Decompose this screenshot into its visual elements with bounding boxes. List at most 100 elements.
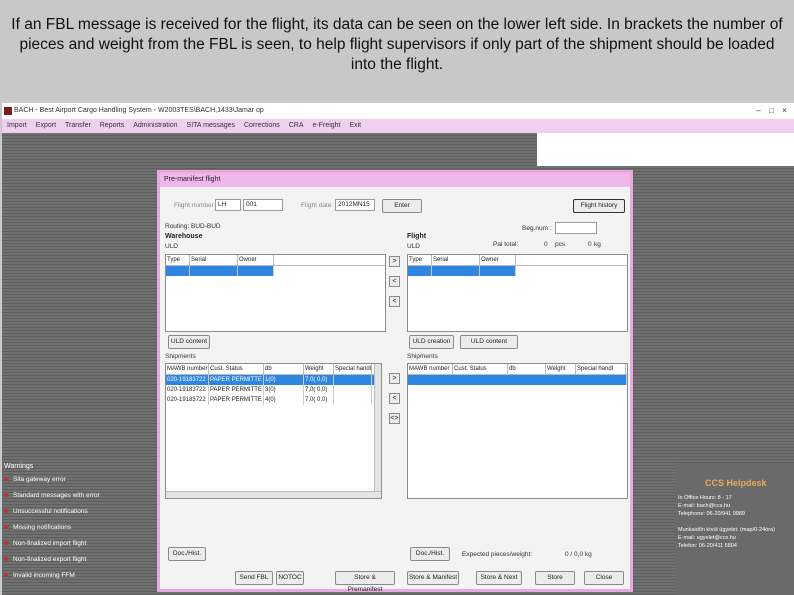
warning-bullet-icon (4, 493, 8, 498)
routing-label: Routing: BUD-BUD (165, 223, 221, 230)
menu-reports[interactable]: Reports (100, 122, 125, 129)
column-header[interactable]: Special handl (576, 364, 626, 374)
notoc-button[interactable]: NOTOC (276, 571, 304, 585)
move-left-arrow-icon[interactable]: < (389, 276, 400, 287)
premanifest-dialog: Pre-manifest flight Flight number LH 001… (157, 170, 633, 593)
table-row[interactable] (408, 375, 627, 385)
helpdesk-line: E-mail: ugyelet@ccs.hu (678, 535, 736, 541)
caption-text: If an FBL message is received for the fl… (0, 0, 794, 100)
store-premanifest-button[interactable]: Store & Premanifest (335, 571, 395, 593)
menu-administration[interactable]: Administration (133, 122, 177, 129)
minimize-icon[interactable]: – (754, 106, 763, 115)
store-button[interactable]: Store (535, 571, 575, 585)
column-header[interactable]: Type (166, 255, 190, 265)
warning-item[interactable]: Missing notifications (4, 522, 154, 538)
column-header[interactable]: Owner (480, 255, 516, 265)
table-row[interactable] (408, 266, 516, 276)
store-manifest-button[interactable]: Store & Manifest (407, 571, 459, 585)
menu-cra[interactable]: CRA (289, 122, 304, 129)
helpdesk-panel: CCS Helpdesk In Office Hours: 8 - 17 E-m… (675, 463, 794, 595)
menu-efreight[interactable]: e-Freight (312, 122, 340, 129)
column-header[interactable]: Serial (432, 255, 480, 265)
column-header[interactable]: Type (408, 255, 432, 265)
flight-uld-table: Type Serial Owner (407, 254, 628, 332)
menu-bar: Import Export Transfer Reports Administr… (2, 119, 794, 133)
menu-import[interactable]: Import (7, 122, 27, 129)
menu-transfer[interactable]: Transfer (65, 122, 91, 129)
helpdesk-title: CCS Helpdesk (705, 478, 767, 488)
move-left-arrow-icon[interactable]: < (389, 393, 400, 404)
warehouse-doc-hist-button[interactable]: Doc./Hist. (168, 547, 206, 561)
move-left-arrow-icon[interactable]: < (389, 296, 400, 307)
move-right-arrow-icon[interactable]: > (389, 256, 400, 267)
flight-shipments-label: Shipments (407, 353, 438, 360)
warning-bullet-icon (4, 573, 8, 578)
column-header[interactable]: db (264, 364, 304, 374)
title-bar: BACH - Best Airport Cargo Handling Syste… (2, 103, 794, 119)
flight-history-button[interactable]: Flight history (573, 199, 625, 213)
vertical-scrollbar[interactable] (374, 364, 381, 491)
warning-item[interactable]: Invalid incoming FFM (4, 570, 154, 586)
kg-value: 0 (588, 241, 592, 248)
helpdesk-line: Telefon: 06-20/411 5804 (678, 543, 737, 549)
table-row[interactable] (166, 266, 274, 276)
menu-corrections[interactable]: Corrections (244, 122, 280, 129)
horizontal-scrollbar[interactable] (166, 491, 381, 498)
column-header[interactable]: MAWB number (408, 364, 453, 374)
table-row[interactable]: 020-19183722 PAPER PERMITTE 1(0) 7,0( 0,0) (166, 375, 381, 385)
warnings-title: Warnings (4, 463, 34, 470)
flight-doc-hist-button[interactable]: Doc./Hist. (410, 547, 450, 561)
menu-exit[interactable]: Exit (349, 122, 361, 129)
menu-export[interactable]: Export (36, 122, 56, 129)
expected-pieces-value: 0 / 0,0 kg (565, 551, 592, 558)
flight-shipments-table: MAWB number Cust. Status db Weight Speci… (407, 363, 628, 499)
warning-bullet-icon (4, 525, 8, 530)
column-header[interactable]: Weight (546, 364, 576, 374)
menu-sita-messages[interactable]: SITA messages (187, 122, 236, 129)
warning-bullet-icon (4, 557, 8, 562)
warning-item[interactable]: Sita gateway error (4, 474, 154, 490)
flight-uld-content-button[interactable]: ULD content (460, 335, 518, 349)
store-next-button[interactable]: Store & Next (476, 571, 522, 585)
beg-num-label: Beg.num : (522, 225, 552, 232)
warning-item[interactable]: Non-finalized export flight (4, 554, 154, 570)
flight-date-input[interactable]: 2012MN15 (335, 199, 375, 211)
flight-number-label: Flight number (174, 202, 214, 209)
column-header[interactable]: db (508, 364, 546, 374)
pcs-label: pcs (555, 241, 566, 248)
table-row[interactable]: 020-19183722 PAPER PERMITTE 3(0) 7,0( 0,0) (166, 385, 381, 395)
helpdesk-line: E-mail: bach@ccs.hu (678, 503, 731, 509)
warning-bullet-icon (4, 509, 8, 514)
warehouse-uld-label: ULD (165, 243, 179, 250)
warehouse-uld-table: Type Serial Owner (165, 254, 386, 332)
flight-number-input[interactable]: 001 (243, 199, 283, 211)
enter-button[interactable]: Enter (382, 199, 422, 213)
warning-item[interactable]: Standard messages with error (4, 490, 154, 506)
warehouse-uld-content-button[interactable]: ULD content (168, 335, 210, 349)
helpdesk-line: Telephone: 06-20/941 9989 (678, 511, 745, 517)
column-header[interactable]: Cust. Status (453, 364, 508, 374)
beg-num-input[interactable] (555, 222, 597, 234)
warehouse-title: Warehouse (165, 233, 203, 240)
flight-carrier-input[interactable]: LH (215, 199, 241, 211)
move-right-arrow-icon[interactable]: > (389, 373, 400, 384)
send-fbl-button[interactable]: Send FBL (235, 571, 273, 585)
warning-item[interactable]: Unsuccessful notifications (4, 506, 154, 522)
warehouse-shipments-table: MAWB number Cust. Status db Weight Speci… (165, 363, 382, 499)
table-header: MAWB number Cust. Status db Weight Speci… (408, 364, 627, 375)
column-header[interactable]: MAWB number (166, 364, 209, 374)
app-icon (4, 107, 12, 115)
column-header[interactable]: Serial (190, 255, 238, 265)
column-header[interactable]: Owner (238, 255, 274, 265)
close-icon[interactable]: × (780, 106, 789, 115)
column-header[interactable]: Special handl (334, 364, 372, 374)
warning-bullet-icon (4, 477, 8, 482)
column-header[interactable]: Cust. Status (209, 364, 264, 374)
table-row[interactable]: 020-19183722 PAPER PERMITTE 4(0) 7,0( 0,0) (166, 395, 381, 405)
column-header[interactable]: Weight (304, 364, 334, 374)
uld-creation-button[interactable]: ULD creation (409, 335, 454, 349)
swap-arrow-icon[interactable]: <> (389, 413, 400, 424)
close-button[interactable]: Close (584, 571, 624, 585)
maximize-icon[interactable]: □ (767, 106, 776, 115)
warning-item[interactable]: Non-finalized import flight (4, 538, 154, 554)
